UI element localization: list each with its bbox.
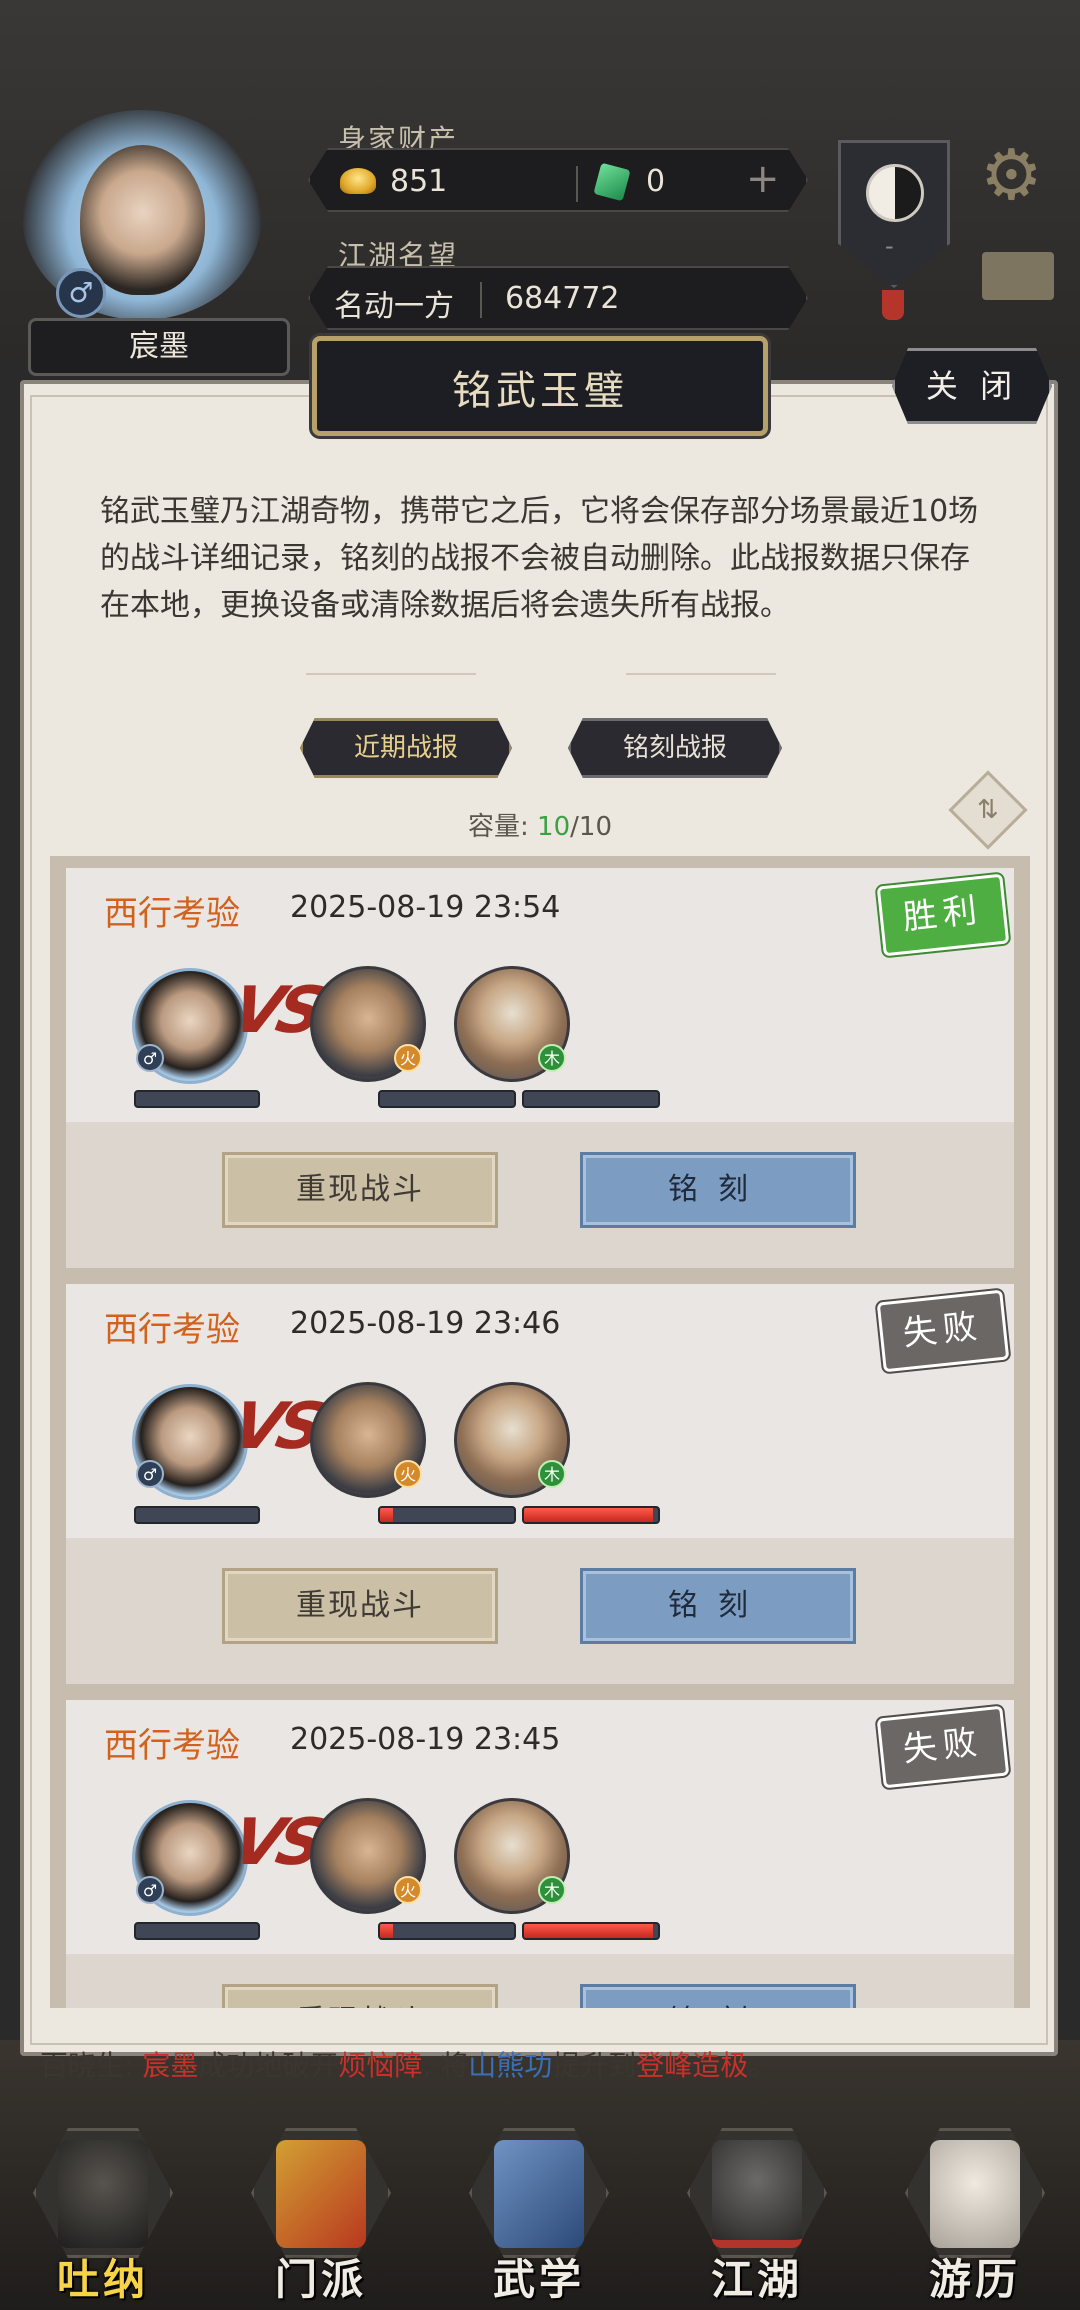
record-mode: 西行考验	[104, 894, 240, 934]
divider	[576, 166, 578, 202]
nav-travel[interactable]: 游历	[900, 2128, 1050, 2304]
tab-recent-reports[interactable]: 近期战报	[300, 718, 512, 778]
chat-skill: 山熊功	[468, 2049, 553, 2082]
record-card: 西行考验 2025-08-19 23:46 失败 ♂ VS 火 木 重现战斗 铭…	[66, 1284, 1014, 1684]
player-hp-bar	[134, 1922, 260, 1940]
wealth-bar	[308, 148, 808, 212]
banner-icon	[276, 2140, 366, 2248]
result-stamp: 失败	[876, 1705, 1010, 1789]
close-button[interactable]: 关 闭	[892, 348, 1052, 424]
divider	[480, 282, 482, 318]
nav-martial-arts[interactable]: 武学	[464, 2128, 614, 2304]
taiji-status: -	[885, 232, 894, 260]
gear-icon[interactable]: ⚙	[980, 140, 1043, 210]
nav-label: 武学	[492, 2255, 585, 2304]
enemy-hp-bar	[378, 1922, 516, 1940]
tassel-ornament	[882, 290, 904, 320]
add-currency-icon[interactable]: +	[746, 156, 780, 202]
gold-amount: 851	[390, 164, 448, 199]
record-list[interactable]: 西行考验 2025-08-19 23:54 胜利 ♂ VS 火 木 重现战斗 铭…	[50, 856, 1030, 2008]
male-icon: ♂	[136, 1044, 164, 1072]
scroll-book-icon	[494, 2140, 584, 2248]
enemy-hp-bar	[522, 1090, 660, 1108]
horse-icon	[930, 2140, 1020, 2248]
chat-player-name: 宸墨	[142, 2049, 199, 2082]
chat-text: 提升到	[552, 2049, 637, 2082]
engrave-button[interactable]: 铭刻	[580, 1568, 856, 1644]
fire-element-icon: 火	[394, 1876, 422, 1904]
jade-amount: 0	[646, 164, 666, 199]
chat-level: 登峰造极	[636, 2049, 749, 2082]
wood-element-icon: 木	[538, 1460, 566, 1488]
chat-sender: 百晓生:	[40, 2049, 134, 2082]
record-card: 西行考验 2025-08-19 23:45 失败 ♂ VS 火 木 重现战斗 铭…	[66, 1700, 1014, 2008]
wood-element-icon: 木	[538, 1044, 566, 1072]
engrave-button[interactable]: 铭刻	[580, 1984, 856, 2008]
mail-icon[interactable]	[982, 252, 1054, 300]
chat-text: 。	[748, 2049, 777, 2082]
fame-value: 684772	[505, 281, 620, 316]
result-stamp: 失败	[876, 1289, 1010, 1373]
record-actions: 重现战斗 铭刻	[66, 1954, 1014, 2008]
meditation-icon	[58, 2140, 148, 2248]
nav-label: 吐纳	[56, 2255, 149, 2304]
male-icon: ♂	[56, 268, 106, 318]
record-card: 西行考验 2025-08-19 23:54 胜利 ♂ VS 火 木 重现战斗 铭…	[66, 868, 1014, 1268]
panel-description: 铭武玉璧乃江湖奇物，携带它之后，它将会保存部分场景最近10场的战斗详细记录，铭刻…	[100, 494, 979, 623]
capacity-total: /10	[570, 812, 612, 842]
nav-breathing[interactable]: 吐纳	[28, 2128, 178, 2304]
nav-label: 江湖	[710, 2255, 803, 2304]
engrave-button[interactable]: 铭刻	[580, 1152, 856, 1228]
panel-title: 铭武玉璧	[452, 368, 628, 414]
ornament-divider-left	[306, 673, 476, 675]
enemy-hp-bar	[522, 1506, 660, 1524]
fire-element-icon: 火	[394, 1460, 422, 1488]
male-icon: ♂	[136, 1460, 164, 1488]
record-mode: 西行考验	[104, 1726, 240, 1766]
bottom-navigation: 吐纳 门派 武学 江湖 游历	[0, 2100, 1080, 2310]
enemy-hp-bar	[378, 1506, 516, 1524]
gold-ingot-icon	[340, 168, 376, 194]
ornament-divider-right	[626, 673, 776, 675]
record-time: 2025-08-19 23:46	[290, 1306, 561, 1341]
record-actions: 重现战斗 铭刻	[66, 1122, 1014, 1268]
capacity-used: 10	[537, 812, 571, 842]
enemy-hp-bar	[522, 1922, 660, 1940]
result-stamp: 胜利	[876, 873, 1010, 957]
replay-battle-button[interactable]: 重现战斗	[222, 1568, 498, 1644]
chat-text: , 将	[422, 2049, 469, 2082]
player-name: 宸墨	[28, 318, 290, 376]
wood-element-icon: 木	[538, 1876, 566, 1904]
chat-text: 成功地破开	[198, 2049, 339, 2082]
nav-label: 游历	[928, 2255, 1021, 2304]
taiji-icon	[866, 164, 924, 222]
nav-jianghu[interactable]: 江湖	[682, 2128, 832, 2304]
bamboo-hat-icon	[712, 2140, 802, 2248]
record-time: 2025-08-19 23:54	[290, 890, 561, 925]
replay-battle-button[interactable]: 重现战斗	[222, 1152, 498, 1228]
fame-title: 名动一方	[334, 289, 454, 324]
enemy-hp-bar	[378, 1090, 516, 1108]
record-mode: 西行考验	[104, 1310, 240, 1350]
replay-battle-button[interactable]: 重现战斗	[222, 1984, 498, 2008]
player-hp-bar	[134, 1090, 260, 1108]
male-icon: ♂	[136, 1876, 164, 1904]
fire-element-icon: 火	[394, 1044, 422, 1072]
record-actions: 重现战斗 铭刻	[66, 1538, 1014, 1684]
tab-engraved-reports[interactable]: 铭刻战报	[568, 718, 782, 778]
nav-sect[interactable]: 门派	[246, 2128, 396, 2304]
player-hp-bar	[134, 1506, 260, 1524]
avatar-portrait	[80, 145, 205, 295]
record-time: 2025-08-19 23:45	[290, 1722, 561, 1757]
capacity-indicator: 容量: 10/10	[440, 806, 640, 843]
chat-obstacle: 烦恼障	[338, 2049, 423, 2082]
capacity-label: 容量:	[468, 812, 529, 842]
player-avatar[interactable]: ♂	[22, 110, 262, 330]
nav-label: 门派	[274, 2255, 367, 2304]
